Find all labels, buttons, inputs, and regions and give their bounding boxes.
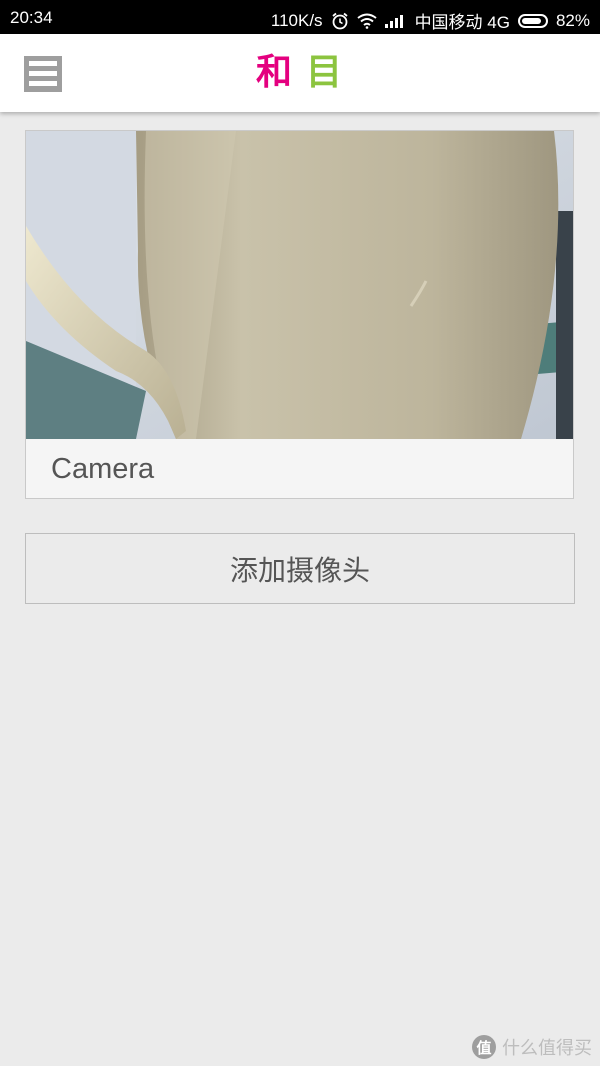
logo-char-he: 和: [256, 52, 293, 93]
logo-char-mu: 目: [306, 52, 343, 93]
app-bar: 和 目: [0, 34, 600, 112]
wifi-icon: [356, 13, 377, 29]
watermark: 值 什么值得买: [472, 1034, 592, 1060]
app-logo: 和 目: [256, 51, 342, 95]
watermark-text: 什么值得买: [502, 1038, 592, 1059]
net-speed: 110K/s: [270, 10, 323, 30]
signal-icon: [384, 14, 407, 28]
watermark-logo-icon: 值: [472, 1035, 496, 1059]
battery-level: 82%: [555, 10, 590, 30]
battery-icon: [517, 13, 548, 28]
menu-button[interactable]: [24, 56, 62, 92]
status-bar: 20:34 110K/s 中国移动 4G 82%: [0, 0, 600, 34]
camera-name-label: Camera: [51, 453, 155, 485]
hamburger-menu-icon: [24, 56, 62, 92]
carrier-label: 中国移动 4G: [414, 13, 510, 32]
add-camera-button[interactable]: 添加摄像头: [25, 533, 575, 604]
status-time: 20:34: [10, 8, 53, 27]
camera-card[interactable]: Camera: [25, 130, 574, 499]
add-camera-label: 添加摄像头: [229, 553, 370, 587]
status-right: 110K/s 中国移动 4G 82%: [271, 8, 590, 33]
alarm-icon: [331, 12, 349, 30]
camera-preview[interactable]: [26, 131, 573, 439]
